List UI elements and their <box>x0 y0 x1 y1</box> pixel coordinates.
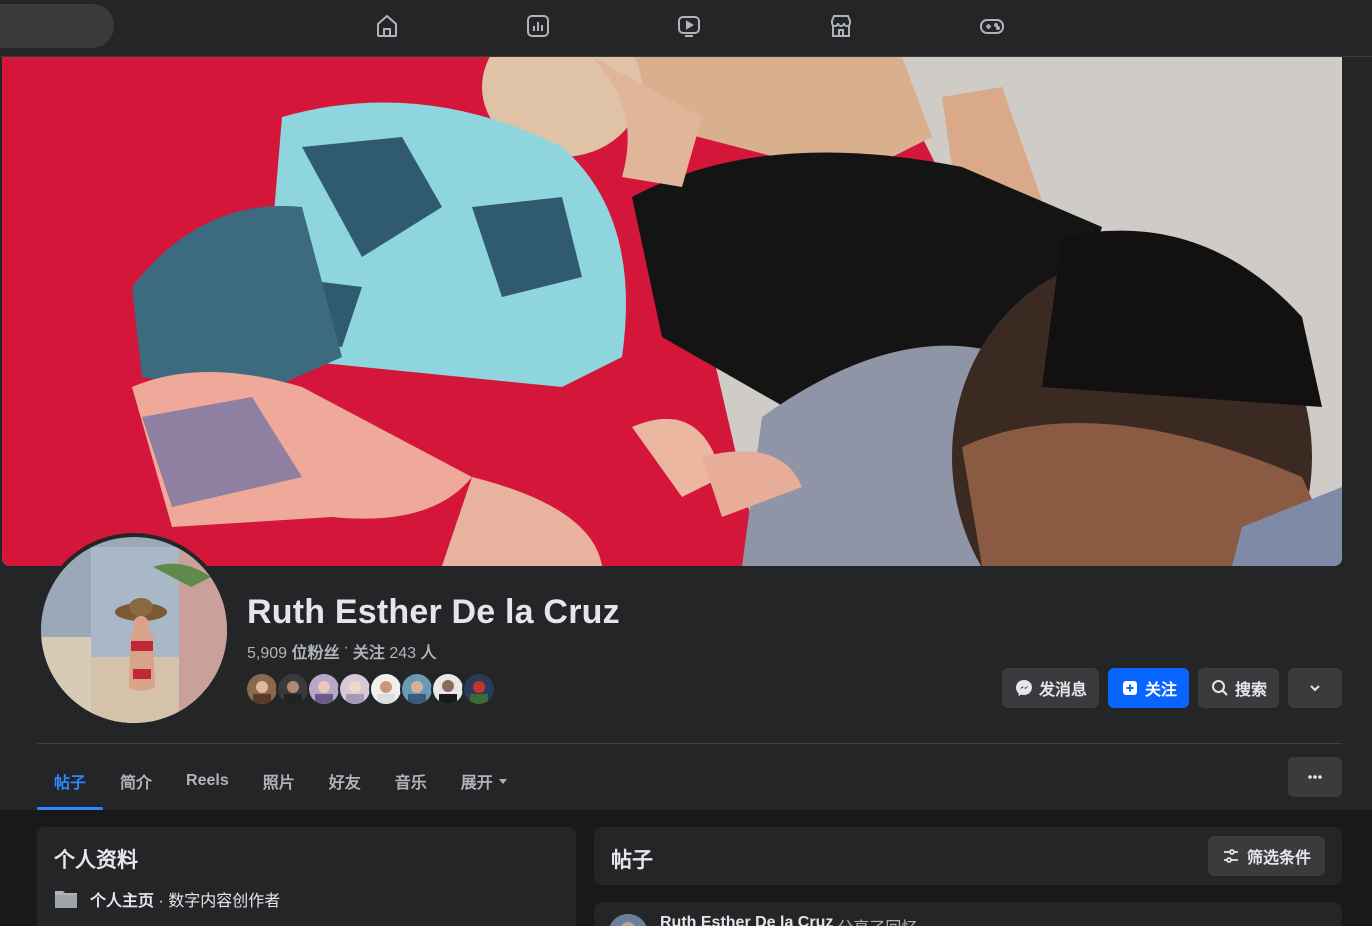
flag-icon <box>55 891 77 908</box>
post-action-text: 分享了回忆 <box>837 914 917 926</box>
friend-avatar[interactable] <box>276 672 310 706</box>
chevron-down-icon <box>1310 685 1320 692</box>
following-count: 243 <box>389 645 417 662</box>
followers-count: 5,909 <box>247 645 288 662</box>
filter-label: 筛选条件 <box>1246 850 1311 867</box>
friend-avatar[interactable] <box>462 672 496 706</box>
profile-actions: 发消息 关注 搜索 <box>1001 668 1342 708</box>
gaming-icon[interactable] <box>972 8 1012 44</box>
profile-stats: 5,909 位粉丝 · 关注 243 人 <box>247 639 436 663</box>
intro-title: 个人资料 <box>54 849 138 872</box>
intro-page-info: 个人主页 · 数字内容创作者 <box>54 887 280 911</box>
caret-down-icon <box>498 778 507 784</box>
video-icon[interactable] <box>669 8 709 44</box>
friend-avatar[interactable] <box>369 672 403 706</box>
tab-label: 好友 <box>328 775 361 792</box>
ellipsis-icon <box>1308 775 1322 779</box>
marketplace-icon[interactable] <box>821 8 861 44</box>
search-button[interactable]: 搜索 <box>1197 668 1279 708</box>
header-divider <box>37 743 1342 744</box>
message-label: 发消息 <box>1038 682 1087 699</box>
follow-icon <box>1122 681 1137 695</box>
profile-header: Ruth Esther De la Cruz 5,909 位粉丝 · 关注 24… <box>0 57 1372 810</box>
friend-avatar[interactable] <box>431 672 465 706</box>
following-link[interactable]: 关注 243 人 <box>353 639 437 663</box>
followers-label: 位粉丝 <box>291 645 340 662</box>
tab-label: Reels <box>186 772 229 789</box>
tab-music[interactable]: 音乐 <box>378 752 444 810</box>
tab-about[interactable]: 简介 <box>103 752 169 810</box>
profile-avatar[interactable] <box>37 533 231 727</box>
posts-title: 帖子 <box>611 849 653 872</box>
search-icon <box>1211 680 1228 696</box>
tab-label: 简介 <box>120 775 153 792</box>
message-button[interactable]: 发消息 <box>1001 668 1099 708</box>
tab-more[interactable]: 展开 <box>444 752 524 810</box>
intro-card: 个人资料 个人主页 · 数字内容创作者 <box>37 827 576 926</box>
tab-label: 照片 <box>262 775 295 792</box>
intro-page-label: 个人主页 <box>90 893 155 910</box>
filter-icon <box>1223 849 1238 863</box>
tab-label: 音乐 <box>394 775 427 792</box>
friend-avatar[interactable] <box>307 672 341 706</box>
more-actions-button[interactable] <box>1288 668 1342 708</box>
cover-photo[interactable] <box>2 57 1342 566</box>
post-author-name[interactable]: Ruth Esther De la Cruz <box>660 914 833 926</box>
profile-name: Ruth Esther De la Cruz <box>247 593 620 631</box>
search-label: 搜索 <box>1234 682 1267 699</box>
followers-link[interactable]: 5,909 位粉丝 <box>247 639 340 663</box>
tab-reels[interactable]: Reels <box>169 752 246 810</box>
friend-avatar[interactable] <box>400 672 434 706</box>
post-card: Ruth Esther De la Cruz 分享了回忆 <box>594 902 1342 926</box>
post-author-avatar[interactable] <box>608 914 648 926</box>
follow-label: 关注 <box>1144 682 1177 699</box>
friend-avatar[interactable] <box>338 672 372 706</box>
following-unit: 人 <box>420 645 437 662</box>
tabs-more-options-button[interactable] <box>1288 757 1342 797</box>
home-icon[interactable] <box>367 8 407 44</box>
tab-label: 展开 <box>460 775 493 792</box>
filter-button[interactable]: 筛选条件 <box>1207 836 1325 876</box>
post-header: Ruth Esther De la Cruz 分享了回忆 <box>660 914 917 926</box>
top-navigation <box>0 0 1372 57</box>
stats-separator: · <box>343 639 349 656</box>
mutual-friends-avatars <box>245 672 496 706</box>
search-box[interactable] <box>0 4 114 48</box>
friend-avatar[interactable] <box>245 672 279 706</box>
profile-tabs: 帖子 简介 Reels 照片 好友 音乐 展开 <box>37 752 524 810</box>
posts-header-card: 帖子 筛选条件 <box>594 827 1342 885</box>
following-label: 关注 <box>352 645 385 662</box>
intro-page-category: · 数字内容创作者 <box>154 893 281 910</box>
messenger-icon <box>1015 680 1032 696</box>
dashboard-icon[interactable] <box>518 8 558 44</box>
follow-button[interactable]: 关注 <box>1107 668 1189 708</box>
tab-photos[interactable]: 照片 <box>246 752 312 810</box>
tab-label: 帖子 <box>54 775 87 792</box>
tab-posts[interactable]: 帖子 <box>37 752 104 810</box>
tab-friends[interactable]: 好友 <box>312 752 378 810</box>
